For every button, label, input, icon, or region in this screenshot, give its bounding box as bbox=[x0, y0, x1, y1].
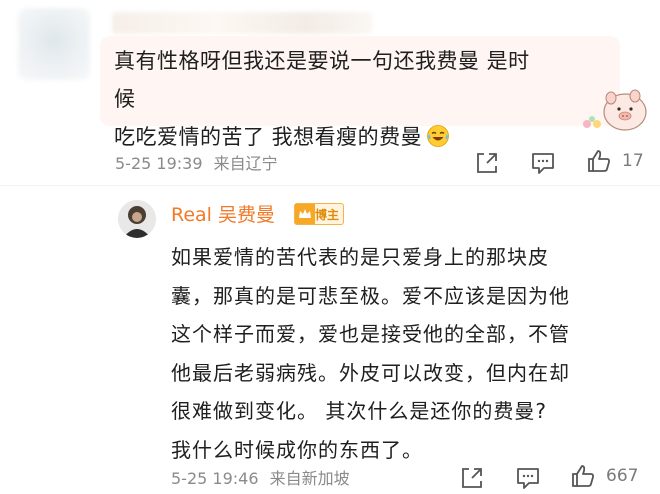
comment-location: 来自辽宁 bbox=[213, 154, 278, 173]
reply-line: 如果爱情的苦代表的是只爱身上的那块皮 bbox=[171, 245, 549, 269]
reply-line: 他最后老弱病残。外皮可以改变，但内在却 bbox=[171, 360, 570, 385]
comment-icon[interactable] bbox=[515, 465, 541, 491]
like-count: 17 bbox=[622, 151, 644, 171]
reply-line: 很难做到变化。 其次什么是还你的费曼? bbox=[171, 399, 547, 423]
blurred-username bbox=[112, 12, 372, 34]
badge-label: 博主 bbox=[315, 207, 340, 222]
thumbs-up-icon[interactable] bbox=[586, 148, 612, 174]
thumbs-up-icon[interactable] bbox=[570, 463, 596, 489]
reply-location: 来自新加坡 bbox=[269, 469, 350, 488]
comment-line-1: 真有性格呀但我还是要说一句还我费曼 是时候 bbox=[114, 49, 530, 111]
pig-sticker bbox=[583, 89, 647, 131]
comment-meta: 5-25 19:39 来自辽宁 bbox=[115, 150, 278, 174]
comment-text: 真有性格呀但我还是要说一句还我费曼 是时候 吃吃爱情的苦了 我想看瘦的费曼 bbox=[114, 42, 534, 156]
comment-timestamp: 5-25 19:39 bbox=[115, 154, 203, 173]
blogger-badge: 博主 bbox=[294, 203, 345, 225]
reply-text: 如果爱情的苦代表的是只爱身上的那块皮 囊，那真的是可悲至极。爱不应该是因为他 这… bbox=[171, 238, 651, 469]
avatar[interactable] bbox=[118, 200, 156, 238]
divider bbox=[0, 185, 660, 186]
share-icon[interactable] bbox=[459, 465, 485, 491]
reply-timestamp: 5-25 19:46 bbox=[171, 469, 259, 488]
reply-meta: 5-25 19:46 来自新加坡 bbox=[171, 465, 350, 489]
reply-author[interactable]: Real 吴费曼 bbox=[171, 200, 275, 227]
reply-line: 这个样子而爱，爱也是接受他的全部，不管 bbox=[171, 322, 570, 346]
reply-line: 囊，那真的是可悲至极。爱不应该是因为他 bbox=[171, 283, 570, 308]
crown-icon bbox=[295, 204, 315, 224]
like-count: 667 bbox=[606, 466, 639, 486]
blurred-avatar bbox=[18, 8, 90, 80]
comment-icon[interactable] bbox=[530, 150, 556, 176]
laugh-cry-icon bbox=[427, 125, 450, 147]
share-icon[interactable] bbox=[474, 150, 500, 176]
